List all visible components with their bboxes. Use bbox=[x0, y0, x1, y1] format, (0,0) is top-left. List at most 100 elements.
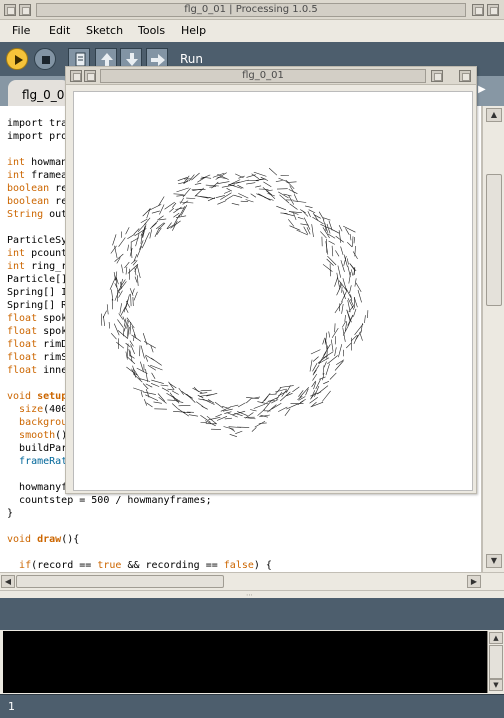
vertical-scroll-thumb[interactable] bbox=[486, 174, 502, 306]
code-line[interactable]: } bbox=[7, 507, 272, 520]
particle-stroke bbox=[328, 240, 335, 245]
console-output[interactable] bbox=[3, 631, 487, 693]
particle-stroke bbox=[200, 415, 211, 423]
particle-stroke bbox=[126, 366, 138, 376]
sketch-canvas[interactable] bbox=[73, 91, 473, 491]
particle-stroke bbox=[145, 369, 148, 382]
code-token: String bbox=[7, 209, 44, 220]
particle-stroke bbox=[149, 222, 157, 230]
sketch-minimize-icon[interactable] bbox=[431, 70, 443, 82]
scroll-right-icon[interactable]: ▶ bbox=[467, 575, 481, 588]
particle-stroke bbox=[172, 220, 178, 231]
console-scroll-down-icon[interactable]: ▼ bbox=[489, 679, 503, 691]
code-token: float bbox=[7, 339, 38, 350]
maximize-icon[interactable] bbox=[487, 4, 499, 16]
code-token: } bbox=[7, 508, 14, 519]
particle-stroke bbox=[279, 194, 290, 204]
code-line[interactable] bbox=[7, 520, 272, 533]
particle-stroke bbox=[235, 173, 244, 179]
particle-stroke bbox=[148, 204, 162, 211]
menu-tools[interactable]: Tools bbox=[138, 24, 165, 37]
menu-help[interactable]: Help bbox=[181, 24, 206, 37]
particle-stroke bbox=[263, 181, 272, 188]
particle-stroke bbox=[329, 372, 337, 380]
code-line[interactable]: if(record == true && recording == false)… bbox=[7, 559, 272, 572]
window-shade-icon[interactable] bbox=[19, 4, 31, 16]
editor-vertical-scrollbar[interactable]: ▲ ▼ bbox=[482, 106, 504, 572]
particle-stroke bbox=[133, 333, 135, 342]
sketch-window-shade-icon[interactable] bbox=[84, 70, 96, 82]
particle-stroke bbox=[346, 241, 353, 248]
particle-stroke bbox=[214, 401, 224, 409]
particle-stroke bbox=[284, 408, 291, 416]
menu-sketch[interactable]: Sketch bbox=[86, 24, 123, 37]
particle-stroke bbox=[133, 387, 144, 392]
particle-stroke bbox=[235, 430, 243, 434]
particle-stroke bbox=[123, 327, 125, 337]
horizontal-scroll-thumb[interactable] bbox=[16, 575, 224, 588]
code-line[interactable]: countstep = 500 / howmanyframes; bbox=[7, 494, 272, 507]
particle-stroke bbox=[127, 233, 135, 239]
particle-stroke bbox=[354, 323, 364, 335]
particle-stroke bbox=[312, 363, 318, 372]
minimize-icon[interactable] bbox=[472, 4, 484, 16]
particle-stroke bbox=[234, 412, 243, 417]
particle-stroke bbox=[342, 278, 347, 292]
particle-stroke bbox=[132, 260, 138, 266]
particle-stroke bbox=[275, 180, 283, 182]
particle-stroke bbox=[336, 359, 345, 366]
particle-stroke bbox=[319, 376, 326, 380]
tab-flg_0_01[interactable]: flg_0_01 bbox=[8, 80, 72, 106]
menu-file[interactable]: File bbox=[12, 24, 30, 37]
sketch-close-icon[interactable] bbox=[459, 70, 471, 82]
stop-button[interactable] bbox=[34, 48, 56, 70]
scroll-down-icon[interactable]: ▼ bbox=[486, 554, 502, 568]
code-token: inne bbox=[37, 365, 68, 376]
console-scroll-thumb[interactable] bbox=[489, 645, 503, 679]
run-button[interactable] bbox=[6, 48, 28, 70]
sketch-window-menu-icon[interactable] bbox=[70, 70, 82, 82]
sketch-window[interactable]: flg_0_01 bbox=[65, 66, 477, 494]
code-token: size bbox=[19, 404, 44, 415]
window-menu-icon[interactable] bbox=[4, 4, 16, 16]
particle-stroke bbox=[125, 306, 129, 313]
particle-stroke bbox=[121, 264, 124, 274]
particle-stroke bbox=[206, 393, 218, 397]
particle-stroke bbox=[351, 269, 354, 276]
console-scrollbar[interactable]: ▲ ▼ bbox=[487, 631, 504, 693]
tab-menu-arrow-icon[interactable]: ▶ bbox=[478, 84, 492, 98]
menu-edit[interactable]: Edit bbox=[49, 24, 70, 37]
scroll-up-icon[interactable]: ▲ bbox=[486, 108, 502, 122]
particle-stroke bbox=[178, 181, 189, 185]
particle-stroke bbox=[293, 200, 307, 203]
particle-stroke bbox=[276, 205, 287, 211]
particle-stroke bbox=[180, 197, 184, 204]
scroll-left-icon[interactable]: ◀ bbox=[1, 575, 15, 588]
code-token: setup bbox=[37, 391, 68, 402]
particle-stroke bbox=[130, 293, 132, 307]
particle-stroke bbox=[133, 291, 138, 301]
code-line[interactable] bbox=[7, 546, 272, 559]
editor-horizontal-scrollbar[interactable]: ◀ ▶ bbox=[0, 572, 504, 590]
code-token: spok bbox=[37, 326, 68, 337]
particle-stroke bbox=[312, 356, 319, 362]
console-scroll-up-icon[interactable]: ▲ bbox=[489, 632, 503, 644]
particle-stroke bbox=[258, 422, 267, 424]
code-token: ring_r bbox=[25, 261, 68, 272]
particle-stroke bbox=[151, 220, 159, 228]
code-line[interactable]: void draw(){ bbox=[7, 533, 272, 546]
particle-stroke bbox=[353, 308, 357, 317]
particle-stroke bbox=[233, 194, 243, 198]
particle-stroke bbox=[335, 250, 340, 257]
particle-stroke bbox=[151, 372, 156, 379]
particle-stroke bbox=[205, 184, 219, 187]
particle-stroke bbox=[334, 347, 337, 357]
line-number: 1 bbox=[8, 700, 15, 713]
split-divider[interactable]: ⋯ bbox=[0, 590, 504, 599]
particle-stroke bbox=[173, 411, 186, 413]
particle-stroke bbox=[325, 332, 328, 343]
particle-stroke bbox=[224, 417, 232, 420]
particle-stroke bbox=[113, 323, 120, 336]
particle-stroke bbox=[285, 179, 295, 190]
